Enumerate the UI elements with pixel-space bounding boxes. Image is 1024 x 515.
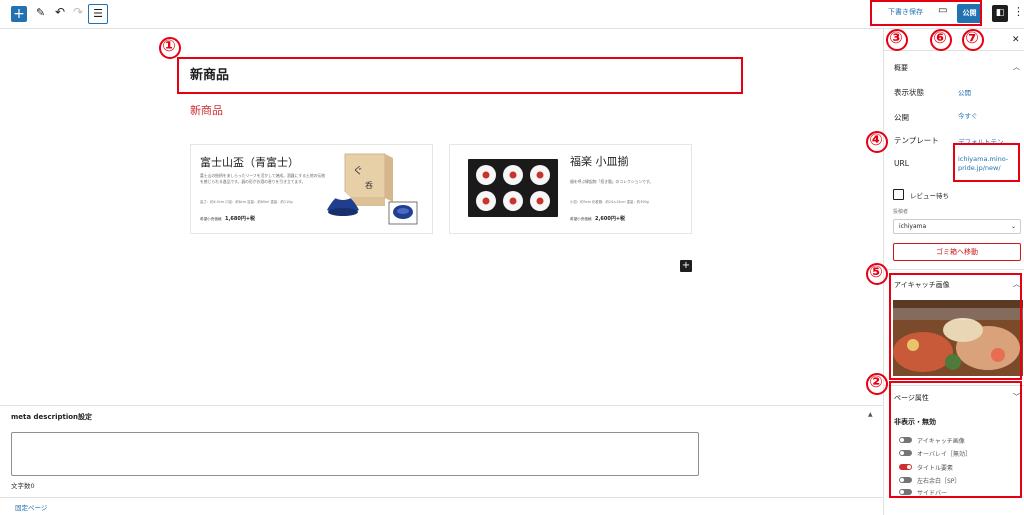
settings-panel-icon[interactable]: ◧ [992,5,1008,22]
product-price: 1,680円+税 [225,216,256,222]
svg-text:呑: 呑 [365,180,373,190]
template-label: テンプレート [894,136,939,145]
product-image [468,159,558,217]
meta-description-title: meta description設定 [11,413,93,421]
product-name: 富士山盃（青富士） [200,156,299,169]
annotation-number-7: ⑦ [962,29,984,51]
chevron-down-icon: ⌄ [1010,223,1016,230]
annotation-number-3: ③ [886,29,908,51]
annotation-box-toolbar [870,0,982,26]
product-card[interactable]: 福楽 小皿揃 福を呼ぶ縁起物「招き猫」のコレクションです。 小皿：約9cm 化粧… [449,144,692,234]
publish-date-label: 公開 [894,113,909,122]
product-description: 福を呼ぶ縁起物「招き猫」のコレクションです。 [570,179,654,184]
character-count: 文字数0 [11,482,35,490]
sidebar-divider [884,50,1024,51]
product-image: ぐ 呑 [327,153,418,225]
fixed-page-breadcrumb[interactable]: 固定ページ [15,502,47,512]
author-value: ichiyama [899,223,927,230]
pen-icon[interactable]: ✎ [36,6,45,19]
annotation-box-2 [889,381,1022,498]
product-spec: 小皿：約9cm 化粧箱：約24×15cm 重量：約390g [570,200,649,204]
product-price: 2,600円+税 [595,216,626,222]
svg-text:ぐ: ぐ [353,166,363,177]
product-card[interactable]: 富士山盃（青富士） 富士山の絵柄をあしらったリーフを活かして焼成。酒器にする土地… [190,144,433,234]
visibility-label: 表示状態 [894,88,924,97]
product-name: 福楽 小皿揃 [570,155,629,168]
annotation-number-6: ⑥ [930,29,952,51]
author-select[interactable]: ichiyama ⌄ [893,219,1021,234]
annotation-number-1: ① [159,37,181,59]
annotation-box-5 [889,273,1022,380]
collapse-arrow-icon[interactable]: ▲ [868,411,873,418]
product-price-label: 希望小売価格 [570,217,592,221]
more-options-icon[interactable]: ⋮ [1013,5,1024,18]
close-icon[interactable]: ✕ [1012,35,1020,45]
undo-icon[interactable]: ↶ [55,5,65,19]
add-block-inline-button[interactable]: + [680,260,692,272]
product-description: 富士山の絵柄をあしらったリーフを活かして焼成。酒器にする土地の伝統を感じられる逸… [200,173,325,184]
meta-description-panel: meta description設定 ▲ 文字数0 固定ページ [0,405,883,515]
sidebar-divider [884,269,1024,270]
visibility-value[interactable]: 公開 [958,87,971,97]
meta-footer-divider [0,497,883,498]
move-to-trash-button[interactable]: ゴミ箱へ移動 [893,243,1021,261]
annotation-box-1 [177,57,743,94]
url-label: URL [894,159,909,168]
publish-date-value[interactable]: 今すぐ [958,110,978,120]
annotation-number-5: ⑤ [866,263,888,285]
annotation-number-4: ④ [866,131,888,153]
document-outline-button[interactable]: ☰ [88,4,108,24]
annotation-number-2: ② [866,373,888,395]
meta-description-textarea[interactable] [11,432,699,476]
product-spec: 高さ：約4.5cm 口径：約8cm 容量：約80ml 重量：約110g [200,200,293,204]
add-block-button[interactable]: + [11,6,27,22]
product-price-label: 希望小売価格 [200,217,222,221]
annotation-box-4 [953,143,1020,182]
author-label: 投稿者 [893,209,909,215]
pending-review-checkbox[interactable] [893,189,904,200]
redo-icon[interactable]: ↷ [73,5,83,19]
page-subheading[interactable]: 新商品 [190,102,223,118]
pending-review-label: レビュー待ち [910,192,949,200]
summary-heading[interactable]: 概要 [894,63,908,73]
chevron-up-icon[interactable]: ︿ [1013,62,1020,72]
